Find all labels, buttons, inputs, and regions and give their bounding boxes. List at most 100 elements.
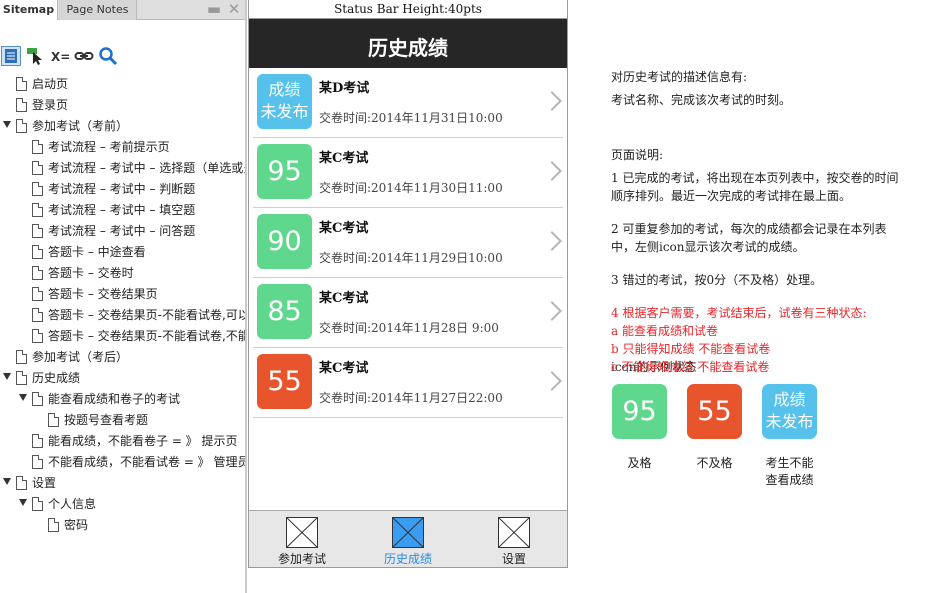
legend-label-line: 查看成绩 <box>765 473 814 487</box>
score-badge: 55 <box>257 354 312 409</box>
tree-item[interactable]: 考试流程 – 考试中 – 判断题 <box>0 179 245 200</box>
page-icon <box>16 476 27 490</box>
tree-item[interactable]: 按题号查看考题 <box>0 410 245 431</box>
chevron-right-icon <box>542 161 562 181</box>
tree-item[interactable]: 不能看成绩，不能看试卷 = 》 管理员自 <box>0 452 245 473</box>
tree-item[interactable]: 答题卡 – 交卷结果页 <box>0 284 245 305</box>
tree-item[interactable]: 参加考试（考前） <box>0 116 245 137</box>
tree-item-label: 答题卡 – 交卷结果页 <box>48 287 158 301</box>
note-1-line-1: 1 已完成的考试，将出现在本页列表中，按交卷的时间 <box>611 171 899 185</box>
page-icon <box>32 287 43 301</box>
legend-label: 考生不能 查看成绩 <box>750 455 829 489</box>
tree-item[interactable]: 登录页 <box>0 95 245 116</box>
tab-sitemap[interactable]: Sitemap <box>0 0 58 20</box>
page-icon <box>16 350 27 364</box>
desc-title: 对历史考试的描述信息有: <box>611 70 748 84</box>
page-icon <box>48 518 59 532</box>
exam-history-row[interactable]: 95 某C考试 交卷时间:2014年11月30日11:00 <box>249 138 567 208</box>
bottom-tab-bar: 参加考试 历史成绩 设置 <box>249 510 567 567</box>
expand-arrow-icon[interactable] <box>3 121 11 128</box>
tree-item[interactable]: 历史成绩 <box>0 368 245 389</box>
tree-item[interactable]: 考试流程 – 考试中 – 选择题（单选或多 <box>0 158 247 179</box>
tab-settings[interactable]: 设置 <box>461 511 567 567</box>
tree-item[interactable]: 启动页 <box>0 74 245 95</box>
sitemap-toolbar: X= <box>0 44 245 68</box>
tree-item-label: 答题卡 – 交卷结果页-不能看试卷,不能 <box>48 329 247 343</box>
select-cursor-icon[interactable] <box>26 46 46 66</box>
tree-item[interactable]: 考试流程 – 考试中 – 填空题 <box>0 200 245 221</box>
sitemap-panel: Sitemap Page Notes ▬ ✕ X= 启动页 登录页 参加考试（考… <box>0 0 247 593</box>
variables-icon[interactable]: X= <box>50 46 70 66</box>
page-icon <box>48 413 59 427</box>
search-icon[interactable] <box>98 46 118 66</box>
note-4-a: a 能查看成绩和试卷 <box>611 324 718 338</box>
chevron-right-icon <box>542 301 562 321</box>
tree-item[interactable]: 能看成绩，不能看卷子 = 》 提示页 <box>0 431 245 452</box>
legend-label-line: 考生不能 <box>765 456 814 470</box>
tree-item-label: 答题卡 – 交卷时 <box>48 266 134 280</box>
exam-title: 某C考试 <box>319 151 369 166</box>
add-page-icon[interactable] <box>1 46 21 66</box>
minimize-icon[interactable]: ▬ <box>206 1 222 17</box>
desc-body: 考试名称、完成该次考试的时刻。 <box>611 93 792 107</box>
note-2-line-2: 中，左侧icon显示该次考试的成绩。 <box>611 240 805 254</box>
score-badge: 85 <box>257 284 312 339</box>
expand-arrow-icon[interactable] <box>19 499 27 506</box>
score-badge-text: 55 <box>267 366 302 397</box>
page-icon <box>32 182 43 196</box>
score-badge-text: 95 <box>622 396 657 427</box>
tree-item-label: 考试流程 – 考试中 – 问答题 <box>48 224 196 238</box>
tab-history[interactable]: 历史成绩 <box>355 511 461 567</box>
status-bar: Status Bar Height:40pts <box>249 0 567 19</box>
link-icon[interactable] <box>74 46 94 66</box>
sitemap-tree: 启动页登录页参加考试（考前） 考试流程 – 考前提示页考试流程 – 考试中 – 选… <box>0 74 247 536</box>
tree-item-label: 能查看成绩和卷子的考试 <box>48 392 181 406</box>
tree-item[interactable]: 答题卡 – 交卷时 <box>0 263 245 284</box>
tree-item[interactable]: 能查看成绩和卷子的考试 <box>0 389 245 410</box>
submit-time: 交卷时间:2014年11月28日 9:00 <box>319 321 499 335</box>
tree-item-label: 考试流程 – 考试中 – 选择题（单选或多 <box>48 161 247 175</box>
score-badge-text: 成绩 <box>773 390 806 409</box>
exam-history-row[interactable]: 55 某C考试 交卷时间:2014年11月27日22:00 <box>249 348 567 418</box>
page-icon <box>32 308 43 322</box>
score-badge-text: 未发布 <box>765 412 814 431</box>
page-icon <box>32 224 43 238</box>
exam-history-row[interactable]: 成绩 未发布 某D考试 交卷时间:2014年11月31日10:00 <box>249 68 567 138</box>
tree-item-label: 考试流程 – 考试中 – 判断题 <box>48 182 196 196</box>
tree-item-label: 答题卡 – 交卷结果页-不能看试卷,可以 <box>48 308 247 322</box>
exam-title: 某C考试 <box>319 221 369 236</box>
tree-item[interactable]: 设置 <box>0 473 245 494</box>
exam-title: 某C考试 <box>319 291 369 306</box>
tree-item-label: 登录页 <box>32 98 69 112</box>
expand-arrow-icon[interactable] <box>3 478 11 485</box>
tree-item[interactable]: 答题卡 – 交卷结果页-不能看试卷,不能 <box>0 326 247 347</box>
tree-item[interactable]: 答题卡 – 中途查看 <box>0 242 245 263</box>
tree-item[interactable]: 考试流程 – 考前提示页 <box>0 137 245 158</box>
tree-item-label: 考试流程 – 考试中 – 填空题 <box>48 203 196 217</box>
close-icon[interactable]: ✕ <box>226 1 242 17</box>
legend-label-line: 及格 <box>627 456 652 470</box>
page-icon <box>32 497 43 511</box>
note-1-line-2: 顺序排列。最近一次完成的考试排在最上面。 <box>611 189 852 203</box>
tab-exam[interactable]: 参加考试 <box>249 511 355 567</box>
tree-item[interactable]: 答题卡 – 交卷结果页-不能看试卷,可以 <box>0 305 247 326</box>
exam-title: 某C考试 <box>319 361 369 376</box>
tree-item[interactable]: 个人信息 <box>0 494 245 515</box>
exam-history-row[interactable]: 85 某C考试交卷时间:2014年11月28日 9:00 <box>249 278 567 348</box>
submit-time: 交卷时间:2014年11月30日11:00 <box>319 181 503 195</box>
page-icon <box>32 203 43 217</box>
tree-item[interactable]: 考试流程 – 考试中 – 问答题 <box>0 221 245 242</box>
svg-text:X=: X= <box>51 50 70 64</box>
tree-item[interactable]: 参加考试（考后） <box>0 347 245 368</box>
note-2-line-1: 2 可重复参加的考试，每次的成绩都会记录在本列表 <box>611 222 887 236</box>
expand-arrow-icon[interactable] <box>19 394 27 401</box>
page-icon <box>32 245 43 259</box>
expand-arrow-icon[interactable] <box>3 373 11 380</box>
exam-history-row[interactable]: 90 某C考试 交卷时间:2014年11月29日10:00 <box>249 208 567 278</box>
page-icon <box>32 161 43 175</box>
placeholder-image-icon <box>498 517 530 548</box>
tree-item[interactable]: 密码 <box>0 515 245 536</box>
note-3: 3 错过的考试，按0分（不及格）处理。 <box>611 273 823 287</box>
tab-page-notes[interactable]: Page Notes <box>59 0 137 20</box>
panel-tab-bar: Sitemap Page Notes ▬ ✕ <box>0 0 245 20</box>
